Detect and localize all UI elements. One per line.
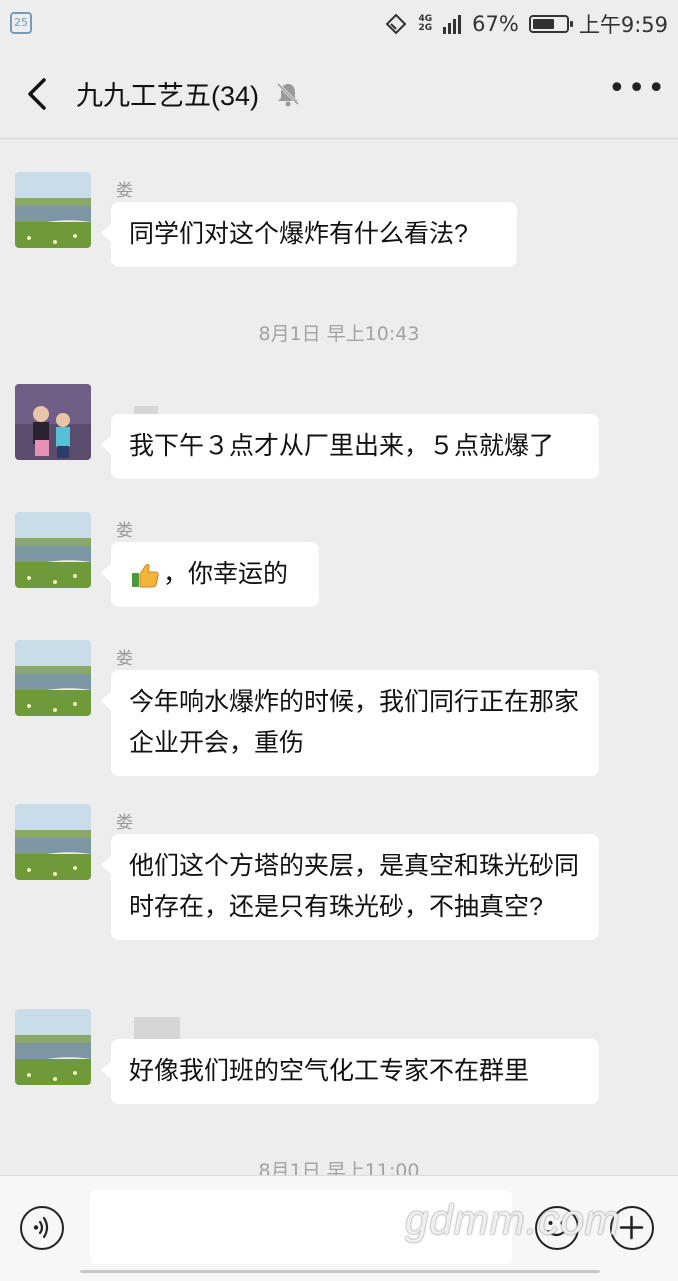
- timestamp: 8月1日 早上11:00: [258, 1160, 420, 1175]
- thumbs-up-icon: [132, 563, 159, 587]
- avatar-landscape-image: [15, 804, 91, 880]
- network-type: 4G 2G: [418, 15, 432, 33]
- sender-name: 娄: [116, 521, 133, 541]
- message-bubble[interactable]: 他们这个方塔的夹层，是真空和珠光砂同时存在，还是只有珠光砂，不抽真空?: [101, 834, 599, 940]
- sender-name: 娄: [116, 181, 133, 201]
- message-text: 同学们对这个爆炸有什么看法?: [129, 220, 468, 248]
- mute-indicator: [274, 80, 302, 108]
- gesture-bar: [80, 1270, 600, 1273]
- message-bubble[interactable]: 今年响水爆炸的时候，我们同行正在那家企业开会，重伤: [101, 670, 599, 776]
- timestamp: 8月1日 早上10:43: [258, 323, 420, 345]
- sender-name-blurred: [134, 1017, 180, 1039]
- message-bubble[interactable]: ，你幸运的: [101, 542, 319, 607]
- message-text: 好像我们班的空气化工专家不在群里: [129, 1057, 530, 1085]
- avatar[interactable]: [15, 1009, 91, 1085]
- voice-icon: [33, 1216, 49, 1239]
- message-text: 今年响水爆炸的时候，我们同行正在那家企业开会，重伤: [129, 688, 580, 757]
- voice-button[interactable]: [20, 1206, 64, 1250]
- avatar-landscape-image: [15, 172, 91, 248]
- notification-badge: 25: [10, 12, 32, 34]
- sender-name: 娄: [116, 813, 133, 833]
- signal-bars-icon: [443, 15, 462, 34]
- battery-icon: [528, 15, 573, 33]
- chat-header: 九九工艺五(34) •••: [0, 48, 678, 139]
- signal-rotate-icon: [386, 13, 407, 35]
- bell-muted-icon: [276, 82, 300, 107]
- battery-fill: [532, 19, 554, 29]
- message-text: ，你幸运的: [163, 560, 289, 588]
- more-options-button[interactable]: •••: [608, 74, 665, 108]
- avatar[interactable]: [15, 804, 91, 880]
- message-text: 他们这个方塔的夹层，是真空和珠光砂同时存在，还是只有珠光砂，不抽真空?: [129, 852, 580, 921]
- message-bubble[interactable]: 好像我们班的空气化工专家不在群里: [101, 1039, 599, 1104]
- message-list[interactable]: 娄 同学们对这个爆炸有什么看法? 8月1日 早上10:43 我下午３点才从厂里出…: [0, 139, 678, 1175]
- message-bubble[interactable]: 我下午３点才从厂里出来，５点就爆了: [101, 414, 599, 479]
- avatar[interactable]: [15, 384, 91, 460]
- network-2g: 2G: [418, 23, 433, 33]
- clock: 上午9:59: [578, 13, 668, 37]
- avatar-landscape-image: [15, 640, 91, 716]
- watermark: gdmm.com: [405, 1196, 621, 1243]
- back-button[interactable]: [18, 72, 58, 116]
- avatar[interactable]: [15, 172, 91, 248]
- message-text: 我下午３点才从厂里出来，５点就爆了: [129, 432, 555, 460]
- avatar[interactable]: [15, 512, 91, 588]
- chevron-left-icon: [28, 78, 46, 110]
- battery-percent: 67%: [472, 12, 519, 36]
- chat-title: 九九工艺五(34): [76, 81, 260, 111]
- sender-name: 娄: [116, 649, 133, 669]
- avatar-landscape-image: [15, 1009, 91, 1085]
- status-bar: 25 4G 2G 67% 上午9:59: [0, 0, 678, 48]
- avatar-children-photo: [15, 384, 91, 460]
- avatar[interactable]: [15, 640, 91, 716]
- avatar-landscape-image: [15, 512, 91, 588]
- message-bubble[interactable]: 同学们对这个爆炸有什么看法?: [101, 202, 517, 267]
- status-right: 4G 2G 67% 上午9:59: [384, 10, 668, 38]
